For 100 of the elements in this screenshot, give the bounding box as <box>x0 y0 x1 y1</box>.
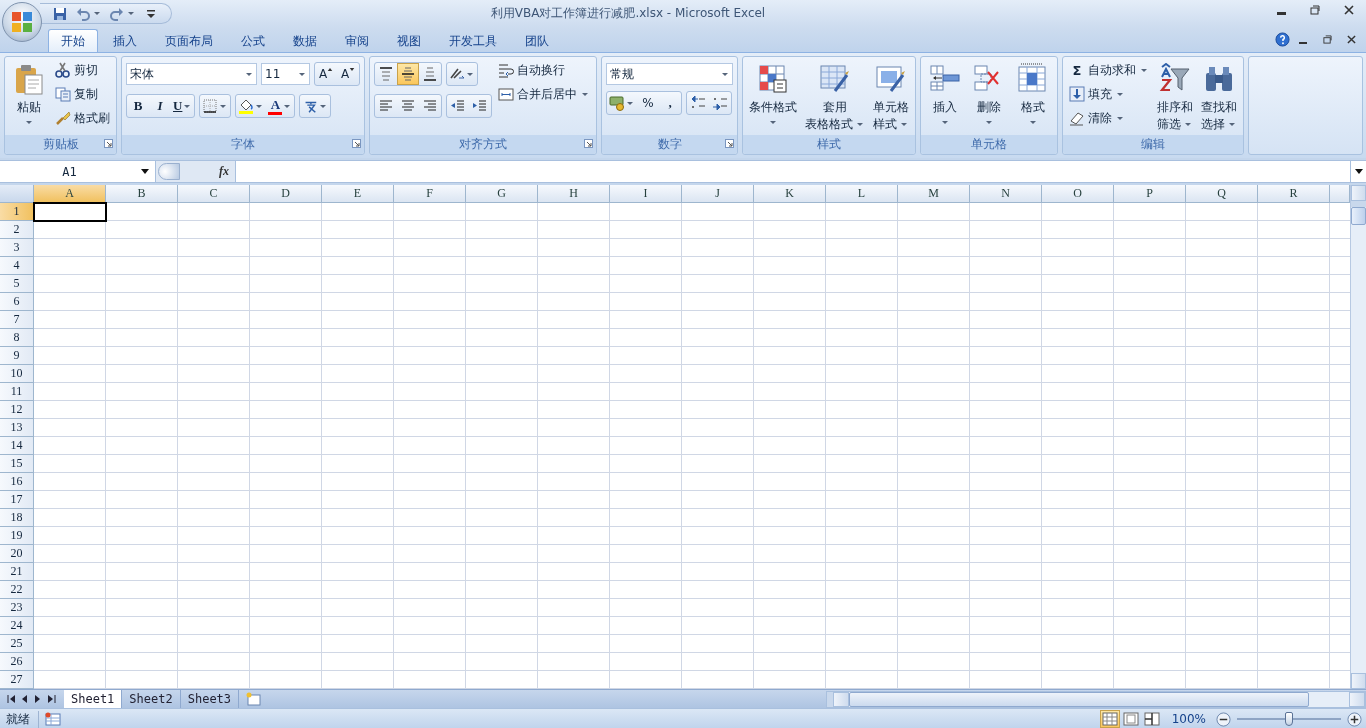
last-sheet-icon[interactable] <box>45 693 57 705</box>
row-header[interactable]: 8 <box>0 329 34 347</box>
bold-button[interactable]: B <box>127 95 149 117</box>
sum-button[interactable]: Σ 自动求和 <box>1067 60 1151 80</box>
row-header[interactable]: 14 <box>0 437 34 455</box>
dialog-launcher-icon[interactable] <box>352 139 361 148</box>
ribbon-tab[interactable]: 页面布局 <box>152 29 226 52</box>
column-header[interactable]: L <box>826 185 898 203</box>
underline-button[interactable]: U <box>171 95 195 117</box>
column-header[interactable]: D <box>250 185 322 203</box>
italic-button[interactable]: I <box>149 95 171 117</box>
ribbon-tab[interactable]: 插入 <box>100 29 150 52</box>
row-header[interactable]: 16 <box>0 473 34 491</box>
row-header[interactable]: 1 <box>0 203 34 221</box>
dialog-launcher-icon[interactable] <box>725 139 734 148</box>
column-header[interactable]: N <box>970 185 1042 203</box>
row-header[interactable]: 4 <box>0 257 34 275</box>
comma-button[interactable]: , <box>659 92 681 114</box>
fill-down-arrow-button[interactable]: 填充 <box>1067 84 1151 104</box>
font-name-field[interactable]: 宋体 <box>126 63 257 85</box>
row-header[interactable]: 12 <box>0 401 34 419</box>
row-header[interactable]: 23 <box>0 599 34 617</box>
eraser-button[interactable]: 清除 <box>1067 108 1151 128</box>
scissors-button[interactable]: 剪切 <box>53 60 112 80</box>
zoom-slider[interactable] <box>1237 712 1341 726</box>
column-header[interactable]: F <box>394 185 466 203</box>
sheet-tab[interactable]: Sheet1 <box>64 690 123 708</box>
vertical-scrollbar[interactable] <box>1350 185 1366 689</box>
number-format-field[interactable]: 常规 <box>606 63 733 85</box>
zoom-slider-thumb[interactable] <box>1285 712 1293 726</box>
row-header[interactable]: 6 <box>0 293 34 311</box>
sort-filter-button[interactable]: 排序和 筛选 <box>1155 60 1195 133</box>
row-header[interactable]: 5 <box>0 275 34 293</box>
column-header[interactable]: G <box>466 185 538 203</box>
table-brush-button[interactable]: 套用 表格格式 <box>803 60 867 133</box>
grow-font-button[interactable]: A <box>315 63 337 85</box>
dialog-launcher-icon[interactable] <box>104 139 113 148</box>
horizontal-scrollbar[interactable] <box>826 690 1366 708</box>
row-header[interactable]: 9 <box>0 347 34 365</box>
first-sheet-icon[interactable] <box>6 693 18 705</box>
ribbon-tab[interactable]: 视图 <box>384 29 434 52</box>
brush-button[interactable]: 格式刷 <box>53 108 112 128</box>
ribbon-tab[interactable]: 数据 <box>280 29 330 52</box>
delete-cells-button[interactable]: 删除 <box>969 60 1009 128</box>
column-header[interactable]: M <box>898 185 970 203</box>
cell-format-button[interactable]: 格式 <box>1013 60 1053 128</box>
row-header[interactable]: 11 <box>0 383 34 401</box>
ribbon-tab[interactable]: 团队 <box>512 29 562 52</box>
row-header[interactable]: 2 <box>0 221 34 239</box>
ribbon-tab[interactable]: 开始 <box>48 29 98 52</box>
column-header[interactable]: I <box>610 185 682 203</box>
row-header[interactable]: 18 <box>0 509 34 527</box>
row-header[interactable]: 27 <box>0 671 34 689</box>
dialog-launcher-icon[interactable] <box>584 139 593 148</box>
formula-toggle[interactable] <box>158 163 180 180</box>
zoom-in-icon[interactable] <box>1347 711 1362 727</box>
wrap-text-button[interactable]: 自动换行 <box>496 60 592 80</box>
row-header[interactable]: 13 <box>0 419 34 437</box>
column-header[interactable]: K <box>754 185 826 203</box>
page-layout-view-button[interactable] <box>1120 710 1141 728</box>
help-icon[interactable] <box>1275 32 1290 47</box>
page-break-view-button[interactable] <box>1141 710 1162 728</box>
merge-cells-button[interactable]: 合并后居中 <box>496 84 592 104</box>
column-header[interactable]: B <box>106 185 178 203</box>
row-header[interactable]: 3 <box>0 239 34 257</box>
column-header[interactable]: J <box>682 185 754 203</box>
row-header[interactable]: 19 <box>0 527 34 545</box>
active-cell[interactable] <box>33 202 107 222</box>
normal-view-button[interactable] <box>1099 710 1120 728</box>
column-header[interactable]: C <box>178 185 250 203</box>
insert-cells-button[interactable]: 插入 <box>925 60 965 128</box>
row-header[interactable]: 17 <box>0 491 34 509</box>
column-header[interactable]: Q <box>1186 185 1258 203</box>
row-header[interactable]: 26 <box>0 653 34 671</box>
column-header[interactable]: R <box>1258 185 1330 203</box>
macro-record-icon[interactable] <box>45 712 61 726</box>
row-header[interactable]: 10 <box>0 365 34 383</box>
row-header[interactable]: 24 <box>0 617 34 635</box>
align-middle-button[interactable] <box>397 63 419 85</box>
column-header[interactable]: H <box>538 185 610 203</box>
shrink-font-button[interactable]: A <box>337 63 359 85</box>
ribbon-tab[interactable]: 审阅 <box>332 29 382 52</box>
column-header[interactable]: A <box>34 185 106 203</box>
clipboard-button[interactable]: 粘贴 <box>9 60 49 128</box>
ribbon-tab[interactable]: 公式 <box>228 29 278 52</box>
row-header[interactable]: 21 <box>0 563 34 581</box>
column-header[interactable]: O <box>1042 185 1114 203</box>
row-header[interactable]: 15 <box>0 455 34 473</box>
column-header[interactable]: E <box>322 185 394 203</box>
row-header[interactable]: 25 <box>0 635 34 653</box>
ribbon-tab[interactable]: 开发工具 <box>436 29 510 52</box>
office-button[interactable] <box>2 2 42 42</box>
column-header[interactable]: P <box>1114 185 1186 203</box>
highlighted-grid-button[interactable]: 条件格式 <box>747 60 799 128</box>
cell-brush-button[interactable]: 单元格 样式 <box>871 60 911 133</box>
binoculars-button[interactable]: 查找和 选择 <box>1199 60 1239 133</box>
zoom-out-icon[interactable] <box>1216 711 1231 727</box>
percent-button[interactable]: % <box>637 92 659 114</box>
row-header[interactable]: 7 <box>0 311 34 329</box>
row-header[interactable]: 22 <box>0 581 34 599</box>
